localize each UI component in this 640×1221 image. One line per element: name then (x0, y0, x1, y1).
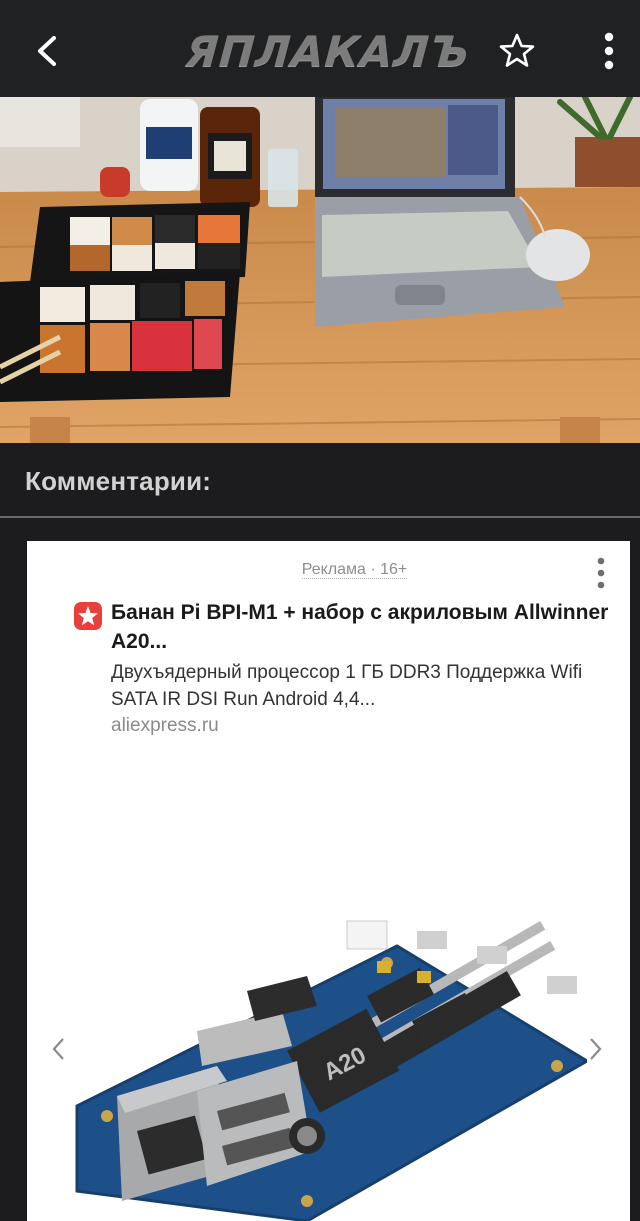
ad-description: Двухъядерный процессор 1 ГБ DDR3 Поддерж… (111, 662, 583, 710)
post-photo[interactable] (0, 97, 640, 443)
site-logo[interactable]: ЯПЛАКАЛЪ (184, 22, 472, 80)
ad-label: Реклама · 16+ (27, 561, 630, 579)
carousel-prev-button[interactable] (49, 1034, 69, 1064)
carousel-next-button[interactable] (585, 1034, 605, 1064)
divider (0, 516, 640, 518)
more-vert-icon (604, 32, 614, 70)
ad-product-image[interactable]: A20 (67, 901, 590, 1221)
ad-domain[interactable]: aliexpress.ru (111, 715, 219, 737)
ad-card[interactable]: Реклама · 16+ Банан Pi BPI-M1 + набор с … (27, 541, 630, 1221)
ad-title[interactable]: Банан Pi BPI-M1 + набор с акриловым Allw… (111, 598, 611, 656)
more-vert-icon (597, 557, 605, 589)
favorite-button[interactable] (494, 28, 540, 74)
comments-heading: Комментарии: (25, 466, 212, 496)
chevron-left-icon (52, 1038, 64, 1060)
logo-text: ЯПЛАКАЛЪ (184, 26, 472, 76)
chevron-right-icon (590, 1038, 602, 1060)
post-image (0, 97, 640, 443)
top-app-bar: ЯПЛАКАЛЪ (0, 0, 640, 97)
ad-label-text: Реклама · 16+ (301, 561, 408, 579)
back-button[interactable] (22, 26, 72, 76)
more-options-button[interactable] (592, 26, 626, 76)
star-icon (499, 33, 535, 67)
back-arrow-icon (38, 36, 56, 66)
aliexpress-logo-icon (74, 602, 102, 630)
ad-menu-button[interactable] (586, 555, 616, 591)
